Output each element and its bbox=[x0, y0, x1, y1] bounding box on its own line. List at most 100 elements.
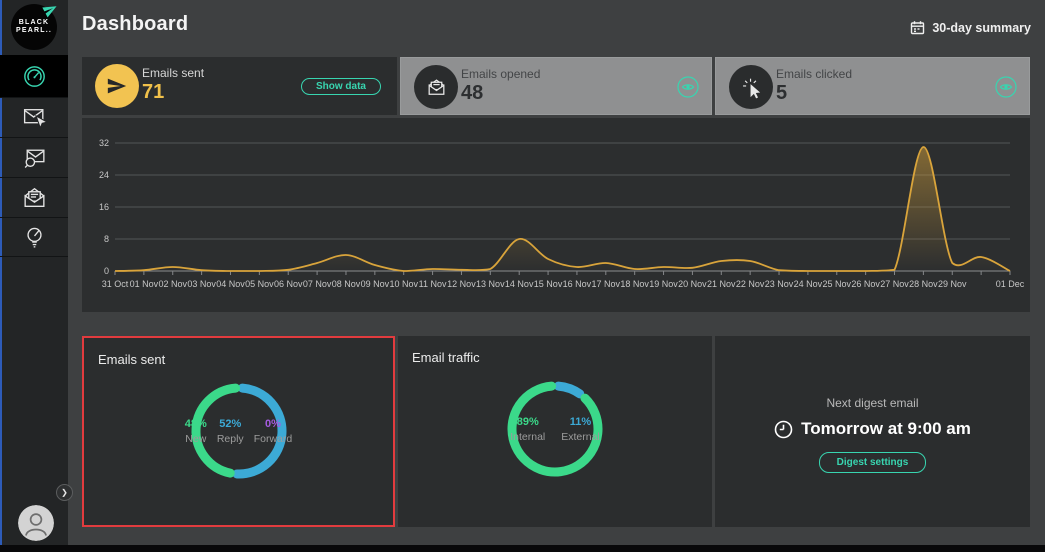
svg-text:17 Nov: 17 Nov bbox=[592, 279, 621, 289]
stat-card-emails-clicked: Emails clicked 5 bbox=[715, 57, 1030, 115]
svg-text:23 Nov: 23 Nov bbox=[765, 279, 794, 289]
digest-time-text: Tomorrow at 9:00 am bbox=[801, 419, 971, 439]
stat-icon-circle bbox=[414, 65, 458, 109]
eye-icon bbox=[677, 76, 699, 98]
page-title: Dashboard bbox=[82, 13, 188, 36]
summary-range-selector[interactable]: 30-day summary bbox=[910, 20, 1031, 35]
email-sent-cursor-icon bbox=[21, 104, 48, 131]
stat-name: Internal bbox=[510, 431, 545, 443]
stat-label: Emails sent bbox=[142, 66, 204, 80]
bottom-strip bbox=[0, 545, 1045, 552]
stat-percent: 89% bbox=[510, 416, 545, 428]
email-activity-chart-card: 0816243231 Oct01 Nov02 Nov03 Nov04 Nov05… bbox=[82, 118, 1030, 312]
donut-card-emails-sent[interactable]: Emails sent 48% New 52% Reply 0% Forward bbox=[82, 336, 395, 527]
stat-value: 48 bbox=[461, 82, 540, 105]
summary-label: 30-day summary bbox=[932, 21, 1031, 35]
stat-name: Forward bbox=[254, 433, 293, 445]
card-title: Emails sent bbox=[98, 352, 393, 367]
svg-text:13 Nov: 13 Nov bbox=[476, 279, 505, 289]
svg-text:07 Nov: 07 Nov bbox=[303, 279, 332, 289]
svg-text:8: 8 bbox=[104, 234, 109, 244]
lightbulb-ideas-icon bbox=[21, 224, 48, 251]
sidebar-expand-button[interactable]: ❯ bbox=[56, 484, 73, 501]
user-avatar-icon[interactable] bbox=[18, 505, 54, 541]
svg-text:18 Nov: 18 Nov bbox=[620, 279, 649, 289]
clock-icon bbox=[774, 420, 793, 439]
svg-text:32: 32 bbox=[99, 138, 109, 148]
donut-card-email-traffic[interactable]: Email traffic 89% Internal 11% External bbox=[398, 336, 712, 527]
svg-text:04 Nov: 04 Nov bbox=[216, 279, 245, 289]
stat-percent: 11% bbox=[561, 416, 600, 428]
svg-text:01 Nov: 01 Nov bbox=[130, 279, 159, 289]
svg-text:06 Nov: 06 Nov bbox=[274, 279, 303, 289]
sidebar-item-sent-emails[interactable] bbox=[0, 97, 68, 137]
digest-time: Tomorrow at 9:00 am bbox=[715, 419, 1030, 439]
brand-name-line2: PEARL.. bbox=[16, 27, 52, 35]
svg-text:28 Nov: 28 Nov bbox=[909, 279, 938, 289]
sidebar-item-insights[interactable] bbox=[0, 217, 68, 257]
stat-label: Emails opened bbox=[461, 67, 540, 81]
paper-plane-icon bbox=[106, 75, 128, 97]
email-activity-chart: 0816243231 Oct01 Nov02 Nov03 Nov04 Nov05… bbox=[82, 118, 1030, 312]
svg-text:16: 16 bbox=[99, 202, 109, 212]
svg-text:26 Nov: 26 Nov bbox=[851, 279, 880, 289]
gauge-dashboard-icon bbox=[21, 63, 48, 90]
stat-name: New bbox=[185, 433, 207, 445]
show-data-button[interactable]: Show data bbox=[301, 78, 381, 95]
stat-name: Reply bbox=[217, 433, 244, 445]
svg-text:11 Nov: 11 Nov bbox=[419, 279, 447, 289]
envelope-open-icon bbox=[425, 76, 448, 99]
svg-text:14 Nov: 14 Nov bbox=[505, 279, 534, 289]
svg-text:20 Nov: 20 Nov bbox=[678, 279, 707, 289]
stat-icon-circle bbox=[729, 65, 773, 109]
email-traffic-donut-chart: 89% Internal 11% External bbox=[503, 377, 607, 481]
digest-settings-button[interactable]: Digest settings bbox=[819, 452, 927, 473]
svg-text:03 Nov: 03 Nov bbox=[187, 279, 216, 289]
svg-text:27 Nov: 27 Nov bbox=[880, 279, 909, 289]
svg-text:22 Nov: 22 Nov bbox=[736, 279, 765, 289]
svg-text:16 Nov: 16 Nov bbox=[563, 279, 592, 289]
dashboard-screen: BLACK PEARL.. bbox=[0, 0, 1045, 552]
toggle-visibility-button[interactable] bbox=[995, 76, 1017, 98]
email-digest-icon bbox=[21, 184, 48, 211]
donut-stat-external: 11% External bbox=[561, 416, 600, 443]
svg-text:05 Nov: 05 Nov bbox=[245, 279, 274, 289]
paper-plane-icon bbox=[40, 0, 60, 20]
brand-logo[interactable]: BLACK PEARL.. bbox=[11, 4, 57, 50]
sidebar-item-dashboard[interactable] bbox=[0, 55, 68, 97]
svg-text:21 Nov: 21 Nov bbox=[707, 279, 736, 289]
svg-text:24 Nov: 24 Nov bbox=[794, 279, 823, 289]
svg-text:31 Oct: 31 Oct bbox=[102, 279, 129, 289]
svg-text:09 Nov: 09 Nov bbox=[361, 279, 390, 289]
donut-stat-internal: 89% Internal bbox=[510, 416, 545, 443]
svg-text:12 Nov: 12 Nov bbox=[447, 279, 476, 289]
stat-value: 5 bbox=[776, 82, 852, 105]
svg-text:15 Nov: 15 Nov bbox=[534, 279, 563, 289]
toggle-visibility-button[interactable] bbox=[677, 76, 699, 98]
card-title: Email traffic bbox=[412, 350, 712, 365]
svg-text:19 Nov: 19 Nov bbox=[649, 279, 678, 289]
svg-text:24: 24 bbox=[99, 170, 109, 180]
emails-sent-donut-chart: 48% New 52% Reply 0% Forward bbox=[187, 379, 291, 483]
donut-stat-reply: 52% Reply bbox=[217, 418, 244, 445]
stat-card-emails-opened: Emails opened 48 bbox=[400, 57, 712, 115]
svg-text:25 Nov: 25 Nov bbox=[823, 279, 852, 289]
stat-percent: 0% bbox=[254, 418, 293, 430]
next-digest-card: Next digest email Tomorrow at 9:00 am Di… bbox=[715, 336, 1030, 527]
donut-stat-forward: 0% Forward bbox=[254, 418, 293, 445]
eye-icon bbox=[995, 76, 1017, 98]
email-search-icon bbox=[21, 144, 48, 171]
sidebar-item-email-search[interactable] bbox=[0, 137, 68, 177]
sidebar-item-digest[interactable] bbox=[0, 177, 68, 217]
stat-icon-circle bbox=[95, 64, 139, 108]
brand-name-line1: BLACK bbox=[19, 19, 50, 27]
stat-label: Emails clicked bbox=[776, 67, 852, 81]
svg-text:0: 0 bbox=[104, 266, 109, 276]
svg-text:08 Nov: 08 Nov bbox=[332, 279, 361, 289]
svg-text:01 Dec: 01 Dec bbox=[996, 279, 1025, 289]
stat-name: External bbox=[561, 431, 600, 443]
digest-label: Next digest email bbox=[715, 396, 1030, 410]
donut-stat-new: 48% New bbox=[185, 418, 207, 445]
click-cursor-icon bbox=[740, 76, 763, 99]
svg-text:10 Nov: 10 Nov bbox=[389, 279, 418, 289]
